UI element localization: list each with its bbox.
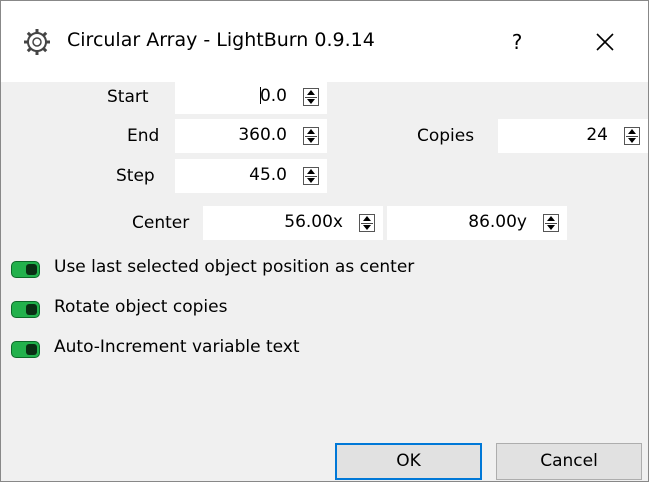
down-arrow-icon [307, 138, 315, 143]
up-arrow-icon [628, 129, 636, 134]
up-arrow-icon [363, 216, 371, 221]
start-label: Start [107, 87, 149, 107]
center-y-value: 86.00y [468, 212, 527, 232]
window-title: Circular Array - LightBurn 0.9.14 [67, 29, 375, 51]
end-spinbox[interactable]: 360.0 [175, 119, 327, 153]
up-arrow-icon [307, 169, 315, 174]
copies-label: Copies [417, 126, 475, 146]
center-y-stepper-arrows[interactable] [543, 214, 559, 232]
ok-button[interactable]: OK [335, 443, 482, 480]
copies-stepper-arrows[interactable] [624, 127, 640, 145]
step-label: Step [116, 166, 155, 186]
up-arrow-icon [547, 216, 555, 221]
end-stepper-arrows[interactable] [303, 127, 319, 145]
start-spinbox[interactable]: 0.0 [175, 80, 327, 114]
center-x-stepper-arrows[interactable] [359, 214, 375, 232]
cancel-button[interactable]: Cancel [496, 443, 642, 480]
step-stepper-arrows[interactable] [303, 167, 319, 185]
start-stepper-arrows[interactable] [303, 88, 319, 106]
step-spinbox[interactable]: 45.0 [175, 159, 327, 193]
down-arrow-icon [628, 138, 636, 143]
toggle-auto-increment-variable-text[interactable]: Auto-Increment variable text [11, 335, 351, 363]
toggle-switch[interactable] [11, 341, 40, 358]
toggle-use-last-selected-center[interactable]: Use last selected object position as cen… [11, 255, 481, 283]
up-arrow-icon [307, 90, 315, 95]
center-x-spinbox[interactable]: 56.00x [203, 206, 383, 240]
circular-array-dialog: Circular Array - LightBurn 0.9.14 ? Star… [0, 0, 649, 482]
down-arrow-icon [307, 99, 315, 104]
step-value: 45.0 [249, 165, 287, 185]
down-arrow-icon [307, 178, 315, 183]
toggle-switch[interactable] [11, 301, 40, 318]
toggle-label: Use last selected object position as cen… [54, 257, 415, 277]
title-bar: Circular Array - LightBurn 0.9.14 ? [1, 1, 648, 82]
close-button[interactable] [583, 25, 627, 59]
center-x-value: 56.00x [284, 212, 343, 232]
gear-icon [24, 29, 50, 55]
up-arrow-icon [307, 129, 315, 134]
toggle-switch[interactable] [11, 261, 40, 278]
center-label: Center [132, 213, 190, 233]
end-value: 360.0 [238, 125, 287, 145]
copies-value: 24 [586, 125, 608, 145]
down-arrow-icon [363, 225, 371, 230]
down-arrow-icon [547, 225, 555, 230]
close-icon [596, 33, 614, 51]
end-label: End [127, 126, 160, 146]
toggle-rotate-object-copies[interactable]: Rotate object copies [11, 295, 291, 323]
start-value: 0.0 [259, 86, 287, 106]
copies-spinbox[interactable]: 24 [498, 119, 648, 153]
center-y-spinbox[interactable]: 86.00y [387, 206, 567, 240]
toggle-label: Rotate object copies [54, 297, 228, 317]
help-button[interactable]: ? [497, 25, 537, 59]
toggle-label: Auto-Increment variable text [54, 337, 300, 357]
